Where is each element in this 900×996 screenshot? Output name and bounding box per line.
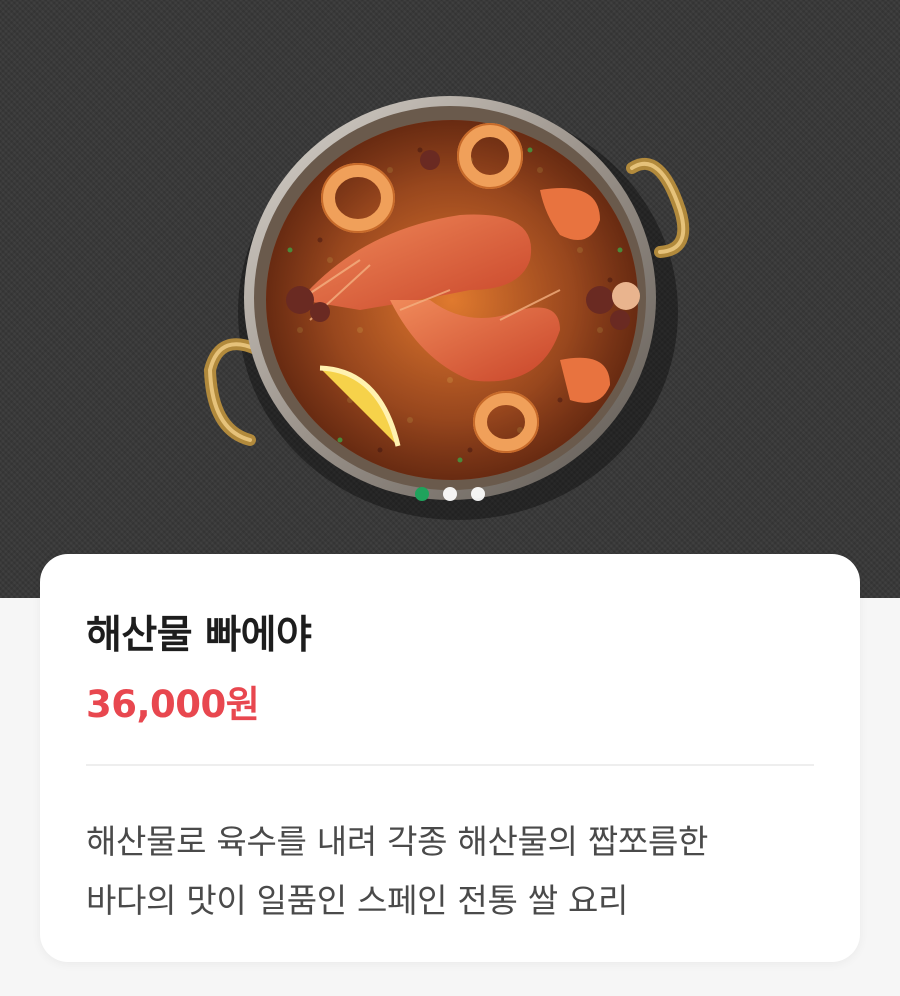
product-image-carousel[interactable]	[0, 0, 900, 598]
product-title: 해산물 빠에야	[86, 613, 312, 658]
carousel-dot-1[interactable]	[415, 487, 429, 501]
divider	[86, 764, 814, 766]
product-price: 36,000원	[86, 683, 260, 726]
description-line-2: 바다의 맛이 일품인 스페인 전통 쌀 요리	[86, 881, 629, 920]
paella-photo	[203, 96, 690, 520]
carousel-indicator	[0, 487, 900, 501]
description-line-1: 해산물로 육수를 내려 각종 해산물의 짭쪼름한	[86, 822, 709, 861]
carousel-dot-3[interactable]	[471, 487, 485, 501]
product-description: 해산물로 육수를 내려 각종 해산물의 짭쪼름한 바다의 맛이 일품인 스페인 …	[86, 812, 826, 930]
product-info-card: 해산물 빠에야 36,000원 해산물로 육수를 내려 각종 해산물의 짭쪼름한…	[40, 554, 860, 962]
carousel-dot-2[interactable]	[443, 487, 457, 501]
